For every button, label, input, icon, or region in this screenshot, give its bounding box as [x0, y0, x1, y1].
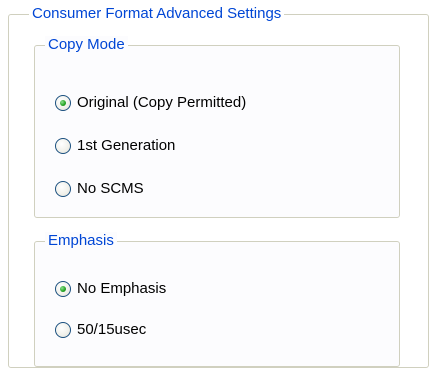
- radio-label[interactable]: No SCMS: [77, 180, 144, 198]
- radio-50-15usec[interactable]: 50/15usec: [55, 321, 146, 339]
- copy-mode-group: Copy Mode Original (Copy Permitted) 1st …: [34, 36, 400, 218]
- group-title: Consumer Format Advanced Settings: [29, 5, 285, 23]
- radio-button-icon[interactable]: [55, 281, 71, 297]
- copy-mode-title: Copy Mode: [45, 36, 128, 54]
- radio-label[interactable]: No Emphasis: [77, 280, 166, 298]
- radio-button-icon[interactable]: [55, 138, 71, 154]
- emphasis-title: Emphasis: [45, 232, 117, 250]
- radio-label[interactable]: 50/15usec: [77, 321, 146, 339]
- radio-button-icon[interactable]: [55, 95, 71, 111]
- radio-1st-generation[interactable]: 1st Generation: [55, 137, 175, 155]
- consumer-format-advanced-settings-group: Consumer Format Advanced Settings Copy M…: [8, 5, 429, 368]
- radio-no-emphasis[interactable]: No Emphasis: [55, 280, 166, 298]
- radio-original-copy-permitted[interactable]: Original (Copy Permitted): [55, 94, 246, 112]
- radio-no-scms[interactable]: No SCMS: [55, 180, 144, 198]
- radio-label[interactable]: Original (Copy Permitted): [77, 94, 246, 112]
- radio-label[interactable]: 1st Generation: [77, 137, 175, 155]
- emphasis-group: Emphasis No Emphasis 50/15usec: [34, 232, 400, 367]
- radio-button-icon[interactable]: [55, 322, 71, 338]
- radio-button-icon[interactable]: [55, 181, 71, 197]
